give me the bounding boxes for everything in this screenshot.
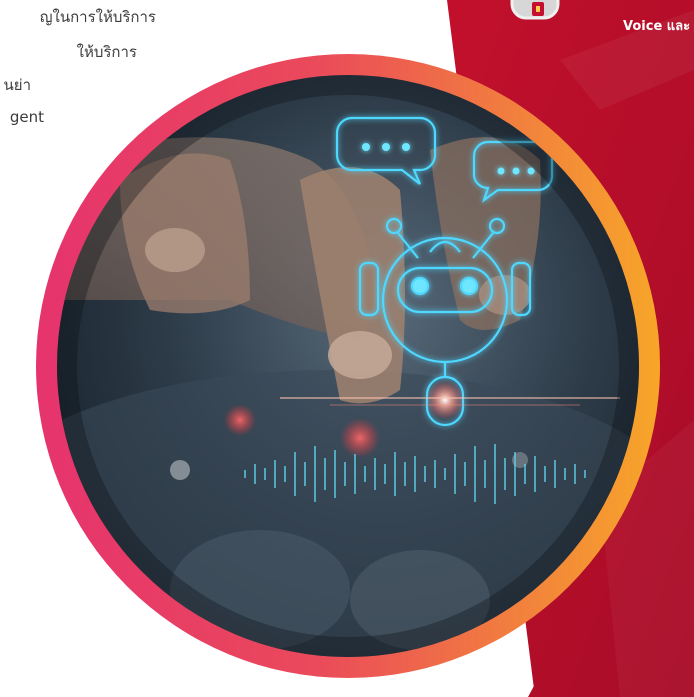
chatbot-hero-illustration [36, 54, 660, 678]
